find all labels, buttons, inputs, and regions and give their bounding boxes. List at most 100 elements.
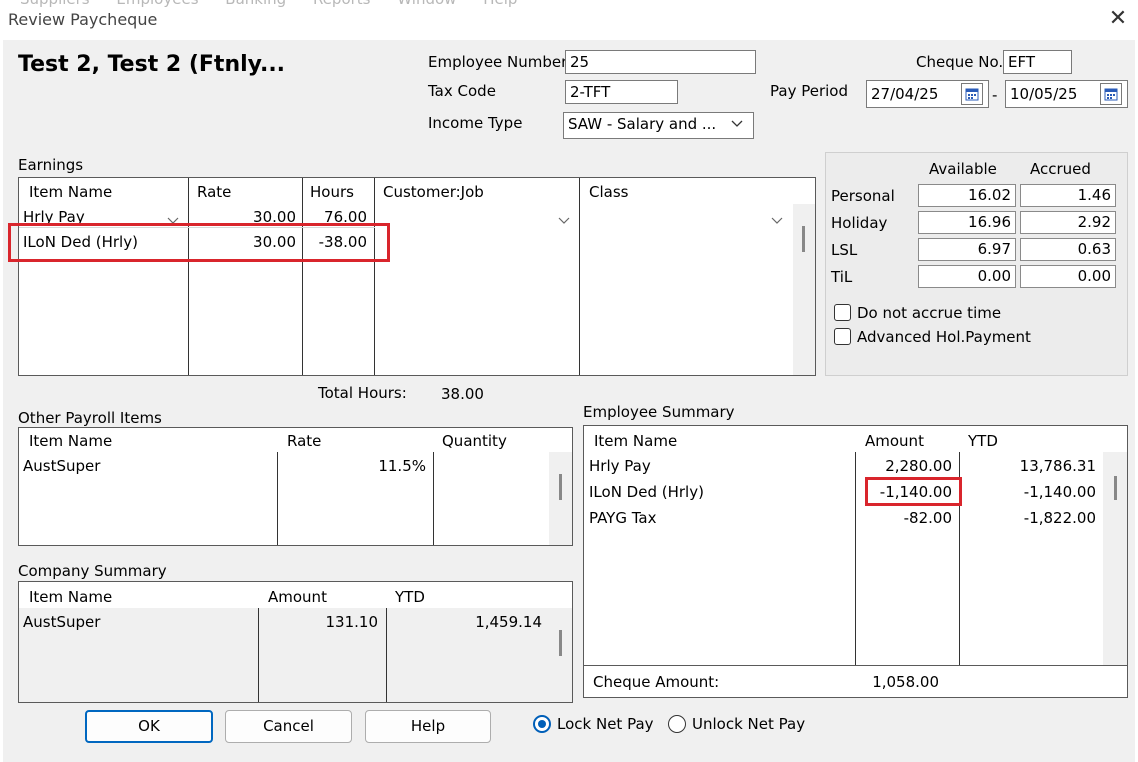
menu-item-reports: Reports: [313, 0, 371, 8]
accrual-personal-accrued: 1.46: [1020, 184, 1116, 207]
do-not-accrue-checkbox[interactable]: [834, 304, 851, 321]
cancel-button[interactable]: Cancel: [225, 710, 352, 743]
accrual-lsl-available: 6.97: [918, 238, 1016, 261]
total-hours-label: Total Hours:: [318, 384, 407, 402]
earnings-col-class[interactable]: Class: [589, 183, 628, 201]
employee-summary-row-2-ytd: -1,140.00: [1023, 483, 1096, 501]
employee-summary-row-2-item: ILoN Ded (Hrly): [589, 483, 704, 501]
window-title: Review Paycheque: [8, 10, 158, 29]
company-summary-scroll-thumb[interactable]: [559, 630, 562, 656]
earnings-col-item-name[interactable]: Item Name: [29, 183, 112, 201]
accrual-label-til: TiL: [831, 268, 853, 286]
other-payroll-row-rate[interactable]: 11.5%: [282, 457, 426, 475]
help-button[interactable]: Help: [365, 710, 491, 743]
accrual-label-holiday: Holiday: [831, 214, 888, 232]
chevron-down-icon[interactable]: [770, 212, 784, 230]
highlight-box: [865, 477, 962, 506]
pay-period-label: Pay Period: [770, 82, 848, 100]
company-summary-row-amount: 131.10: [325, 613, 379, 631]
earnings-col-hours[interactable]: Hours: [310, 183, 354, 201]
menu-bar-ghost: Suppliers Employees Banking Reports Wind…: [20, 0, 539, 8]
company-summary-col-amount[interactable]: Amount: [268, 588, 327, 606]
employee-summary-row-3-amount: -82.00: [903, 509, 952, 527]
menu-item-banking: Banking: [225, 0, 286, 8]
earnings-divider: [374, 178, 375, 375]
employee-summary-footer-divider: [584, 665, 1127, 666]
employee-summary-row-3-item: PAYG Tax: [589, 509, 657, 527]
menu-item-suppliers: Suppliers: [20, 0, 90, 8]
other-payroll-scroll-thumb[interactable]: [559, 474, 562, 500]
company-summary-col-item-name[interactable]: Item Name: [29, 588, 112, 606]
earnings-divider: [188, 178, 189, 375]
chevron-down-icon[interactable]: [557, 212, 571, 230]
other-payroll-label: Other Payroll Items: [18, 409, 162, 427]
company-summary-col-ytd[interactable]: YTD: [395, 588, 425, 606]
unlock-net-pay-label[interactable]: Unlock Net Pay: [692, 715, 805, 733]
lock-net-pay-label[interactable]: Lock Net Pay: [557, 715, 654, 733]
chevron-down-icon[interactable]: [730, 116, 744, 134]
do-not-accrue-label[interactable]: Do not accrue time: [857, 304, 1001, 322]
employee-summary-label: Employee Summary: [583, 403, 735, 421]
unlock-net-pay-radio[interactable]: [668, 715, 686, 733]
accrual-label-lsl: LSL: [831, 241, 858, 259]
close-icon[interactable]: ✕: [1104, 6, 1132, 34]
tax-code-label: Tax Code: [428, 82, 496, 100]
accrual-til-available: 0.00: [918, 265, 1016, 288]
accrual-personal-available: 16.02: [918, 184, 1016, 207]
employee-summary-divider: [855, 452, 856, 665]
lock-net-pay-radio[interactable]: [533, 715, 551, 733]
advanced-hol-payment-label[interactable]: Advanced Hol.Payment: [857, 328, 1031, 346]
other-payroll-row-item[interactable]: AustSuper: [23, 457, 100, 475]
ok-button[interactable]: OK: [85, 710, 213, 743]
earnings-col-customer-job[interactable]: Customer:Job: [383, 183, 484, 201]
earnings-grid: [18, 177, 816, 376]
cheque-no-field[interactable]: EFT: [1003, 50, 1072, 74]
employee-summary-col-item-name[interactable]: Item Name: [594, 432, 677, 450]
menu-item-employees: Employees: [116, 0, 198, 8]
employee-summary-row-1-amount: 2,280.00: [885, 457, 952, 475]
employee-number-label: Employee Number: [428, 53, 568, 71]
other-payroll-col-item-name[interactable]: Item Name: [29, 432, 112, 450]
employee-summary-col-ytd[interactable]: YTD: [968, 432, 998, 450]
advanced-hol-payment-checkbox[interactable]: [834, 328, 851, 345]
employee-summary-col-amount[interactable]: Amount: [865, 432, 924, 450]
earnings-divider: [302, 178, 303, 375]
menu-item-window: Window: [397, 0, 456, 8]
earnings-label: Earnings: [18, 156, 84, 174]
income-type-value: SAW - Salary and ...: [568, 115, 717, 133]
accrual-holiday-accrued: 2.92: [1020, 211, 1116, 234]
accrual-lsl-accrued: 0.63: [1020, 238, 1116, 261]
cheque-no-label: Cheque No.: [916, 53, 1004, 71]
menu-item-help: Help: [483, 0, 517, 8]
accrual-til-accrued: 0.00: [1020, 265, 1116, 288]
company-summary-divider: [258, 608, 259, 702]
calendar-icon[interactable]: [1100, 83, 1122, 105]
highlight-box: [8, 223, 390, 262]
other-payroll-col-rate[interactable]: Rate: [287, 432, 321, 450]
employee-summary-row-1-item: Hrly Pay: [589, 457, 651, 475]
tax-code-field[interactable]: 2-TFT: [565, 80, 678, 104]
pay-period-to-value: 10/05/25: [1010, 85, 1078, 103]
employee-summary-scroll-thumb[interactable]: [1114, 476, 1117, 500]
total-hours-value: 38.00: [441, 385, 484, 403]
cheque-amount-value: 1,058.00: [872, 673, 939, 691]
other-payroll-col-quantity[interactable]: Quantity: [442, 432, 507, 450]
earnings-scroll-thumb[interactable]: [802, 226, 805, 252]
earnings-divider: [579, 178, 580, 375]
company-summary-divider: [386, 608, 387, 702]
other-payroll-divider: [277, 452, 278, 545]
earnings-col-rate[interactable]: Rate: [197, 183, 231, 201]
accruals-col-available: Available: [929, 160, 997, 178]
employee-number-field[interactable]: 25: [565, 50, 756, 74]
cheque-amount-label: Cheque Amount:: [593, 673, 720, 691]
income-type-select[interactable]: SAW - Salary and ...: [563, 112, 754, 139]
employee-summary-row-1-ytd: 13,786.31: [1019, 457, 1096, 475]
accruals-col-accrued: Accrued: [1030, 160, 1091, 178]
company-summary-label: Company Summary: [18, 562, 167, 580]
other-payroll-divider: [433, 452, 434, 545]
employee-summary-row-3-ytd: -1,822.00: [1023, 509, 1096, 527]
calendar-icon[interactable]: [961, 83, 983, 105]
accrual-holiday-available: 16.96: [918, 211, 1016, 234]
company-summary-row-ytd: 1,459.14: [475, 613, 542, 631]
pay-period-from-value: 27/04/25: [871, 85, 939, 103]
